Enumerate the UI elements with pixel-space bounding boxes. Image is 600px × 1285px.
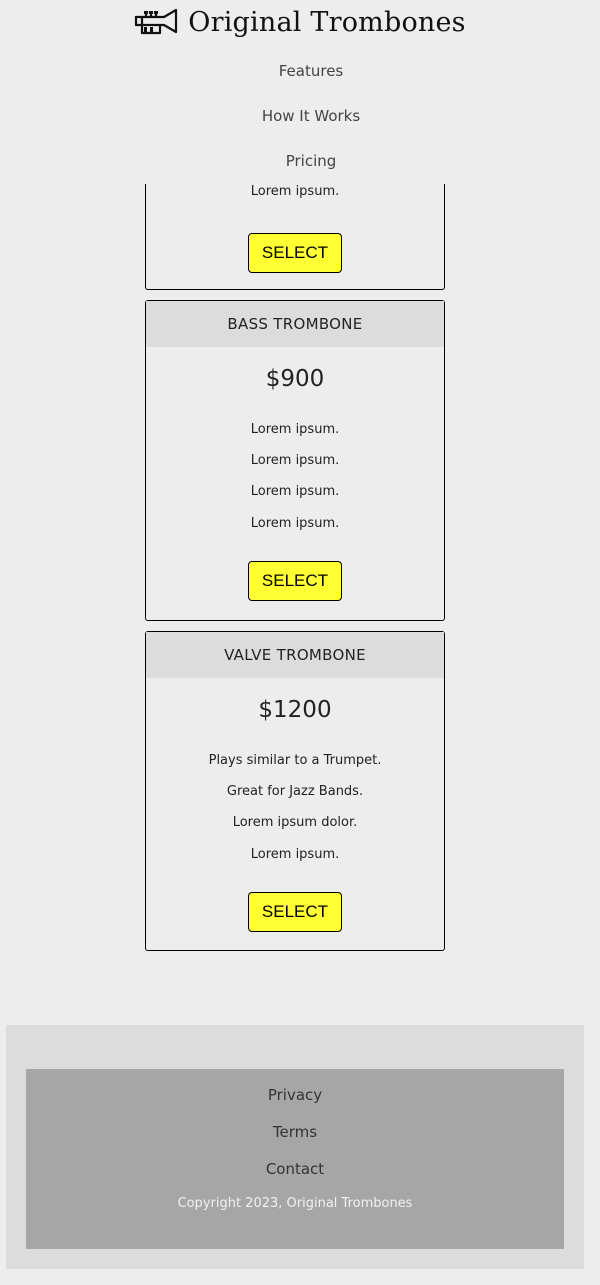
- footer-link-terms[interactable]: Terms: [26, 1120, 564, 1157]
- select-button-bass[interactable]: SELECT: [248, 560, 342, 601]
- footer-links: Privacy Terms Contact: [26, 1069, 564, 1194]
- select-button-valve[interactable]: SELECT: [248, 891, 342, 932]
- nav-link-how-it-works[interactable]: How It Works: [22, 97, 600, 142]
- brand-name: Original Trombones: [188, 6, 466, 38]
- nav-link-features[interactable]: Features: [22, 52, 600, 97]
- copyright-text: Copyright 2023, Original Trombones: [177, 1196, 413, 1211]
- brand[interactable]: Original Trombones: [0, 4, 600, 40]
- card-title: VALVE TROMBONE: [146, 632, 444, 678]
- footer-link-privacy[interactable]: Privacy: [26, 1083, 564, 1120]
- feature-item: Lorem ipsum.: [250, 515, 340, 531]
- feature-item: Lorem ipsum.: [250, 422, 340, 437]
- trombone-icon: [134, 7, 180, 37]
- feature-item: Great for Jazz Bands.: [226, 784, 364, 800]
- feature-list: Plays similar to a Trumpet. Great for Ja…: [146, 745, 444, 870]
- feature-list: Lorem ipsum. Lorem ipsum. Lorem ipsum. L…: [146, 414, 444, 539]
- card-price: $1200: [258, 697, 332, 723]
- feature-item: Lorem ipsum.: [250, 846, 340, 862]
- card-title: BASS TROMBONE: [146, 301, 444, 347]
- pricing-card-bass: BASS TROMBONE $900 Lorem ipsum. Lorem ip…: [145, 300, 445, 621]
- select-button-tenor[interactable]: SELECT: [248, 233, 342, 273]
- main-nav: Features How It Works Pricing: [0, 52, 600, 187]
- card-price: $900: [265, 366, 325, 392]
- feature-item: Lorem ipsum dolor.: [232, 815, 358, 831]
- footer-link-contact[interactable]: Contact: [26, 1157, 564, 1194]
- nav-link-pricing[interactable]: Pricing: [22, 142, 600, 187]
- feature-item: Plays similar to a Trumpet.: [208, 753, 382, 768]
- site-header: Original Trombones Features How It Works…: [0, 0, 600, 184]
- footer-panel: Privacy Terms Contact Copyright 2023, Or…: [26, 1069, 564, 1249]
- pricing-card-valve: VALVE TROMBONE $1200 Plays similar to a …: [145, 631, 445, 951]
- site-footer: Privacy Terms Contact Copyright 2023, Or…: [6, 1025, 584, 1269]
- feature-item: Lorem ipsum.: [250, 484, 340, 500]
- feature-item: Lorem ipsum.: [250, 453, 340, 469]
